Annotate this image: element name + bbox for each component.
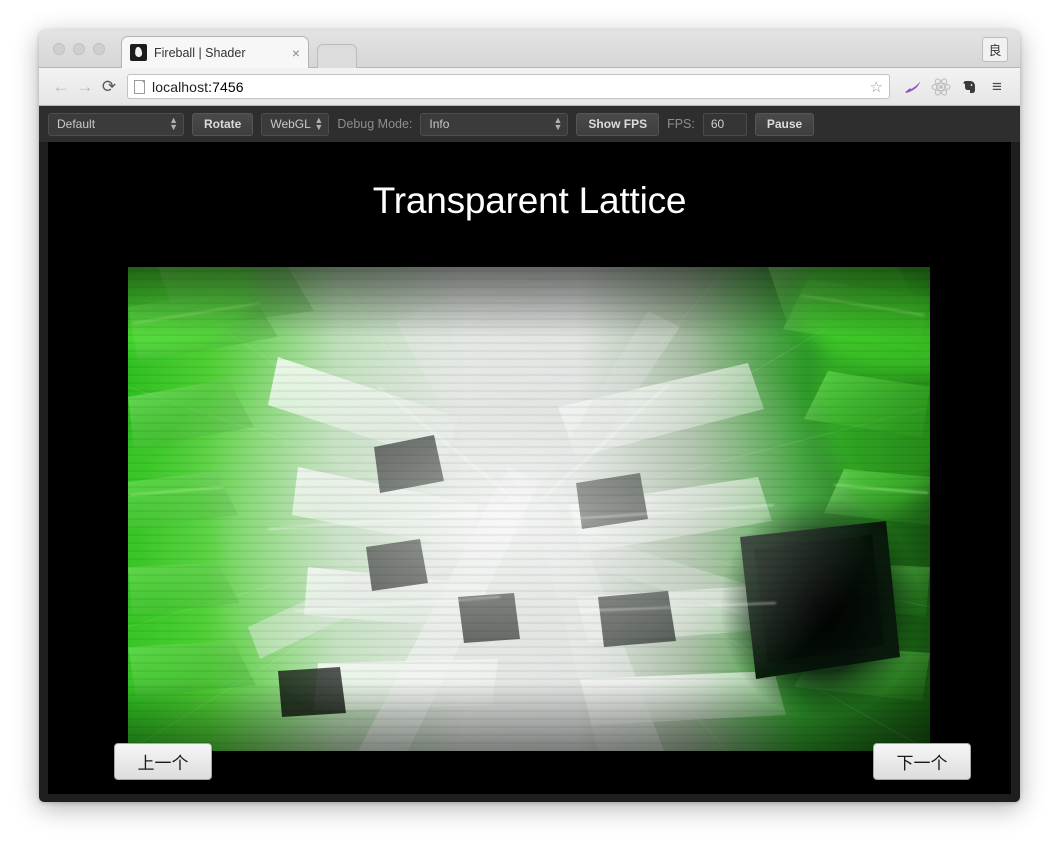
previous-button-label: 上一个 [137, 754, 189, 773]
evernote-elephant-icon[interactable] [956, 74, 982, 100]
page-viewport: Default ▲ ▼ Rotate WebGL ▲ ▼ Debug Mode: I… [39, 106, 1020, 802]
feather-icon[interactable] [898, 71, 929, 102]
corner-icon: 良 [988, 43, 1002, 58]
chevron-updown-icon: ▲ ▼ [314, 115, 324, 132]
window-close-button[interactable] [53, 43, 65, 55]
preset-select[interactable]: Default ▲ ▼ [48, 112, 184, 136]
window-maximize-button[interactable] [93, 43, 105, 55]
address-bar-input[interactable]: localhost:7456 ☆ [127, 74, 890, 99]
react-atom-icon[interactable] [928, 74, 954, 100]
show-fps-button[interactable]: Show FPS [576, 112, 660, 136]
previous-button[interactable]: 上一个 [114, 743, 212, 780]
forward-icon[interactable]: → [73, 75, 97, 99]
next-button[interactable]: 下一个 [873, 743, 971, 780]
renderer-select-value: WebGL [270, 117, 311, 131]
preset-select-value: Default [57, 117, 96, 131]
rotate-button-label: Rotate [204, 117, 242, 131]
window-traffic-lights [53, 43, 105, 55]
fps-input-value: 60 [710, 117, 725, 131]
debug-mode-label: Debug Mode: [337, 117, 413, 131]
debug-mode-select[interactable]: Info ▲ ▼ [420, 112, 569, 136]
address-port: :7456 [208, 78, 244, 95]
close-icon[interactable]: × [286, 46, 300, 60]
address-host: localhost [152, 78, 209, 95]
debug-mode-select-value: Info [429, 117, 450, 131]
browser-tab[interactable]: Fireball | Shader × [121, 36, 309, 68]
browser-window: Fireball | Shader × 良 ← → ⟳ localhost:74… [39, 30, 1020, 802]
pause-button-label: Pause [766, 117, 803, 131]
page-title: Transparent Lattice [372, 180, 687, 221]
renderer-select[interactable]: WebGL ▲ ▼ [261, 112, 330, 136]
chevron-updown-icon: ▲ ▼ [169, 115, 178, 132]
pause-button[interactable]: Pause [754, 112, 815, 136]
url-bar: ← → ⟳ localhost:7456 ☆ ≡ [39, 68, 1020, 106]
tab-strip: Fireball | Shader × 良 [39, 30, 1020, 68]
demo-stage: Transparent Lattice 上一个 下一个 [48, 142, 1011, 794]
fps-label: FPS: [667, 117, 695, 131]
window-corner-button[interactable]: 良 [982, 37, 1008, 62]
bookmark-star-icon[interactable]: ☆ [870, 78, 883, 96]
reload-icon[interactable]: ⟳ [97, 75, 121, 99]
shader-canvas[interactable] [128, 267, 930, 751]
fps-input[interactable]: 60 [702, 112, 747, 136]
rotate-button[interactable]: Rotate [192, 112, 254, 136]
chevron-updown-icon: ▲ ▼ [553, 115, 563, 132]
address-bar-text: localhost:7456 [152, 79, 244, 95]
tab-title: Fireball | Shader [154, 45, 246, 60]
show-fps-button-label: Show FPS [588, 117, 648, 131]
window-minimize-button[interactable] [73, 43, 85, 55]
fireball-flame-icon [130, 44, 147, 61]
next-button-label: 下一个 [896, 754, 948, 773]
hamburger-menu-icon[interactable]: ≡ [984, 74, 1010, 100]
shader-toolbar: Default ▲ ▼ Rotate WebGL ▲ ▼ Debug Mode: I… [39, 106, 1020, 142]
page-document-icon [134, 79, 145, 94]
back-icon[interactable]: ← [49, 75, 73, 99]
new-tab-button[interactable] [317, 44, 357, 68]
